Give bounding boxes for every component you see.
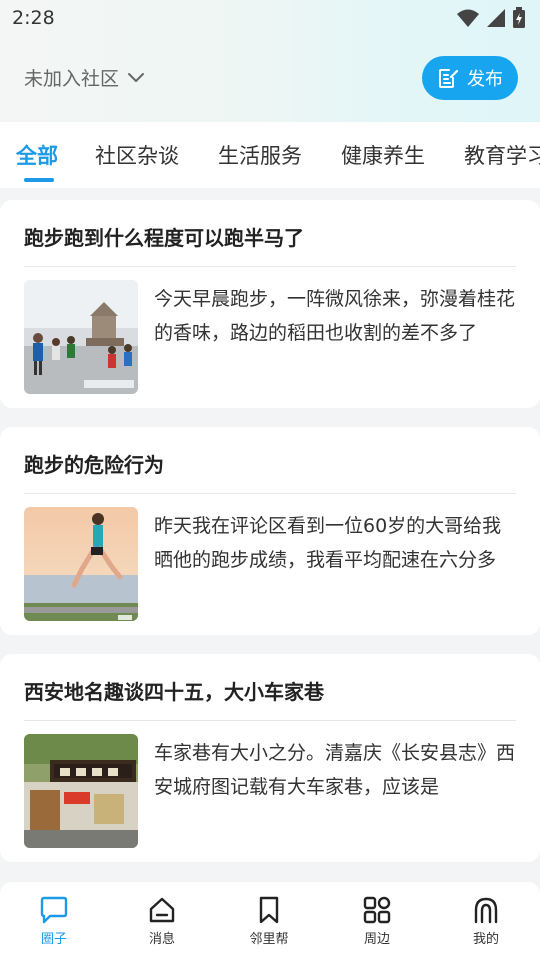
post-excerpt: 今天早晨跑步，一阵微风徐来，弥漫着桂花的香味，路边的稻田也收割的差不多了 bbox=[154, 288, 516, 344]
post-card[interactable]: 跑步的危险行为 昨天我在评论区看到一位60岁的大哥给我晒他的跑步成绩，我看平均配… bbox=[0, 427, 540, 635]
publish-button[interactable]: 发布 bbox=[422, 56, 518, 100]
post-card[interactable]: 跑步跑到什么程度可以跑半马了 今天早晨跑步，一阵微风徐来，弥漫着桂花的香味，路边… bbox=[0, 200, 540, 408]
tab-life-services[interactable]: 生活服务 bbox=[218, 140, 302, 170]
community-selector[interactable]: 未加入社区 bbox=[24, 64, 145, 91]
post-thumbnail bbox=[24, 280, 138, 394]
post-title: 跑步跑到什么程度可以跑半马了 bbox=[24, 226, 304, 250]
nav-label: 圈子 bbox=[40, 932, 67, 947]
divider bbox=[24, 266, 516, 267]
tab-community-chat[interactable]: 社区杂谈 bbox=[95, 140, 179, 170]
tab-health[interactable]: 健康养生 bbox=[341, 140, 425, 170]
status-icons bbox=[456, 6, 526, 30]
post-title: 跑步的危险行为 bbox=[24, 453, 164, 477]
chevron-down-icon bbox=[128, 72, 145, 82]
battery-charging-icon bbox=[513, 7, 525, 28]
divider bbox=[24, 493, 516, 494]
post-card[interactable]: 西安地名趣谈四十五，大小车家巷 车家巷有大小之分。清嘉庆《长安县志》西安城府图记… bbox=[0, 654, 540, 862]
edit-note-icon bbox=[439, 69, 459, 88]
post-title: 西安地名趣谈四十五，大小车家巷 bbox=[24, 680, 324, 704]
bookmark-icon bbox=[259, 896, 279, 924]
community-label: 未加入社区 bbox=[24, 68, 120, 90]
tab-education[interactable]: 教育学习 bbox=[464, 140, 540, 170]
signal-icon bbox=[487, 9, 505, 27]
nav-label: 邻里帮 bbox=[249, 932, 289, 947]
nav-neighbor-help[interactable]: 邻里帮 bbox=[229, 896, 309, 956]
nav-nearby[interactable]: 周边 bbox=[337, 896, 417, 956]
wifi-icon bbox=[457, 9, 479, 27]
chat-bubble-icon bbox=[40, 896, 68, 924]
nav-label: 消息 bbox=[148, 932, 175, 947]
post-excerpt: 昨天我在评论区看到一位60岁的大哥给我晒他的跑步成绩，我看平均配速在六分多 bbox=[154, 515, 502, 571]
category-tabs: 全部 社区杂谈 生活服务 健康养生 教育学习 bbox=[0, 122, 540, 188]
nav-circle[interactable]: 圈子 bbox=[14, 896, 94, 956]
page-header: 未加入社区 发布 bbox=[0, 52, 540, 102]
post-thumbnail bbox=[24, 734, 138, 848]
divider bbox=[24, 720, 516, 721]
nav-label: 周边 bbox=[363, 932, 390, 947]
publish-label: 发布 bbox=[467, 69, 503, 90]
active-tab-indicator bbox=[24, 178, 54, 182]
tab-all[interactable]: 全部 bbox=[16, 140, 58, 170]
profile-icon bbox=[474, 897, 498, 924]
post-thumbnail bbox=[24, 507, 138, 621]
nav-profile[interactable]: 我的 bbox=[446, 896, 526, 956]
home-icon bbox=[149, 897, 175, 923]
nav-messages[interactable]: 消息 bbox=[122, 896, 202, 956]
bottom-navigation: 圈子 消息 邻里帮 周边 我的 bbox=[0, 882, 540, 960]
status-time: 2:28 bbox=[12, 7, 55, 29]
post-excerpt: 车家巷有大小之分。清嘉庆《长安县志》西安城府图记载有大车家巷，应该是 bbox=[154, 742, 516, 798]
nav-label: 我的 bbox=[472, 932, 499, 947]
status-bar: 2:28 bbox=[0, 0, 540, 38]
grid-icon bbox=[363, 896, 391, 924]
